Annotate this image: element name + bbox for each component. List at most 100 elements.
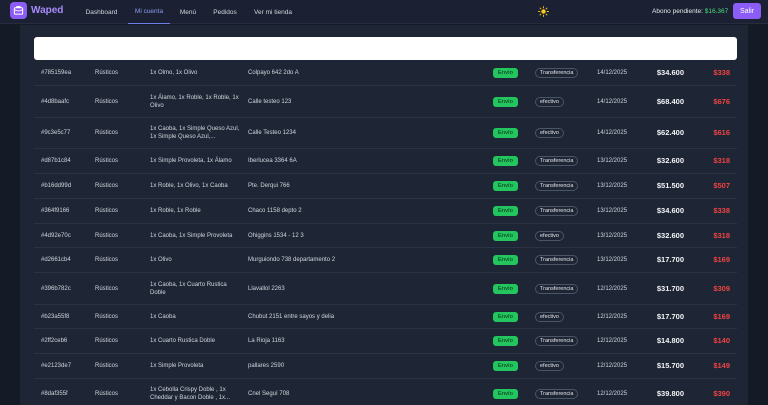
shipping-badge: Envío (493, 361, 518, 371)
order-category: Rústicos (95, 158, 119, 164)
table-row[interactable]: #d2661cb4 Rústicos 1x Olivo Murguiondo 738 … (34, 248, 737, 273)
order-fee: $318 (713, 230, 730, 240)
table-row[interactable]: #785159ea Rústicos 1x Olmo, 1x Olivo Colpay… (34, 61, 737, 86)
order-category: Rústicos (95, 285, 119, 292)
order-total: $39.800 (656, 389, 684, 398)
shipping-badge: Envío (493, 68, 518, 78)
table-row[interactable]: #2ff2ceb6 Rústicos 1x Cuarto Rustica Doble… (34, 329, 737, 354)
nav-dashboard[interactable]: Dashboard (80, 0, 123, 24)
table-row[interactable]: #e2123de7 Rústicos 1x Simple Provoleta pall… (34, 354, 737, 379)
order-total: $34.600 (656, 68, 684, 77)
order-category: Rústicos (95, 257, 119, 263)
order-date: 14/12/2025 (597, 98, 628, 105)
order-items: 1x Olivo (150, 257, 172, 263)
brand-name[interactable]: Waped (31, 5, 63, 16)
order-total: $17.700 (656, 311, 684, 321)
payment-badge: Transferencia (535, 68, 579, 78)
order-address: Murguiondo 738 departamento 2 (248, 257, 336, 263)
order-address: pallares 2590 (248, 363, 285, 369)
nav-pedidos[interactable]: Pedidos (210, 0, 240, 24)
payment-badge: Transferencia (535, 283, 579, 294)
store-icon (13, 6, 24, 15)
payment-badge: Transferencia (535, 156, 579, 166)
order-items: 1x Cebolla Crispy Doble , 1x Cheddar y B… (150, 387, 231, 401)
table-row[interactable]: #d87b1c84 Rústicos 1x Simple Provoleta, 1x… (34, 149, 737, 174)
shipping-badge: Envío (493, 311, 518, 322)
order-category: Rústicos (95, 363, 119, 369)
logout-button[interactable]: Salir (733, 3, 761, 19)
order-items: 1x Simple Provoleta (150, 363, 204, 369)
payment-badge: Transferencia (535, 181, 579, 191)
order-total: $17.700 (656, 255, 684, 264)
table-row[interactable]: #364f9166 Rústicos 1x Roble, 1x Roble Chaco… (34, 199, 737, 224)
orders-table: #785159ea Rústicos 1x Olmo, 1x Olivo Colpay… (34, 61, 737, 405)
order-category: Rústicos (95, 391, 119, 397)
abono-pendiente: Abono pendiente: $16.367 (652, 8, 728, 15)
order-items: 1x Caoba, 1x Simple Provoleta (150, 232, 233, 239)
table-row[interactable]: #4d92e70c Rústicos 1x Caoba, 1x Simple Pro… (34, 224, 737, 248)
order-total: $51.500 (656, 181, 684, 190)
order-total: $62.400 (656, 128, 684, 137)
order-id: #8daf355f (41, 391, 68, 397)
order-date: 12/12/2025 (597, 285, 628, 292)
table-row[interactable]: #396b782c Rústicos 1x Caoba, 1x Cuarto Rus… (34, 273, 737, 305)
shipping-badge: Envío (493, 156, 518, 166)
order-fee: $169 (713, 255, 730, 264)
table-row[interactable]: #4d8baafc Rústicos 1x Álamo, 1x Roble, 1x … (34, 86, 737, 118)
table-row[interactable]: #8daf355f Rústicos 1x Cebolla Crispy Doble… (34, 379, 737, 405)
order-id: #d2661cb4 (41, 257, 71, 263)
nav-ver-mi-tienda[interactable]: Ver mi tienda (251, 0, 295, 24)
order-items: 1x Simple Provoleta, 1x Álamo (150, 158, 232, 164)
order-id: #2ff2ceb6 (41, 338, 68, 344)
order-id: #4d92e70c (41, 232, 71, 239)
order-fee: $309 (713, 283, 730, 293)
payment-badge: efectivo (535, 311, 564, 322)
order-id: #9c3e5c77 (41, 130, 71, 136)
order-id: #e2123de7 (41, 363, 72, 369)
nav-mi-cuenta[interactable]: Mi cuenta (128, 0, 170, 24)
order-id: #b23a55f8 (41, 313, 70, 320)
order-total: $31.700 (656, 283, 684, 293)
order-items: 1x Caoba, 1x Simple Queso Azul, 1x Simpl… (150, 126, 240, 140)
order-items: 1x Caoba (150, 313, 176, 320)
order-address: Llavallol 2263 (248, 285, 285, 292)
shipping-badge: Envío (493, 255, 518, 265)
order-date: 12/12/2025 (597, 338, 628, 344)
order-fee: $318 (713, 156, 730, 165)
order-category: Rústicos (95, 313, 119, 320)
order-fee: $140 (713, 336, 730, 345)
order-category: Rústicos (95, 98, 119, 105)
order-total: $15.700 (656, 361, 684, 370)
order-date: 13/12/2025 (597, 208, 628, 214)
shipping-badge: Envío (493, 181, 518, 191)
order-items: 1x Olmo, 1x Olivo (150, 70, 198, 76)
logo[interactable] (10, 2, 27, 19)
order-items: 1x Cuarto Rustica Doble (150, 338, 216, 344)
payment-badge: Transferencia (535, 206, 579, 216)
shipping-badge: Envío (493, 389, 518, 399)
table-row[interactable]: #9c3e5c77 Rústicos 1x Caoba, 1x Simple Que… (34, 118, 737, 149)
order-id: #396b782c (41, 285, 71, 292)
order-address: Pte. Derqui 766 (248, 183, 290, 189)
payment-badge: efectivo (535, 361, 564, 371)
order-date: 13/12/2025 (597, 183, 628, 189)
abono-amount: $16.367 (704, 8, 729, 15)
order-address: Ohiggins 1534 - 12 3 (248, 232, 304, 239)
order-date: 14/12/2025 (597, 70, 628, 76)
payment-badge: efectivo (535, 230, 564, 241)
order-id: #785159ea (41, 70, 72, 76)
shipping-badge: Envío (493, 206, 518, 216)
order-fee: $390 (713, 389, 730, 398)
search-bar[interactable] (34, 37, 737, 60)
order-total: $34.600 (656, 206, 684, 215)
nav-menu[interactable]: Menú (176, 0, 200, 24)
table-row[interactable]: #b16dd99d Rústicos 1x Roble, 1x Olivo, 1x … (34, 174, 737, 199)
order-date: 12/12/2025 (597, 391, 628, 397)
order-fee: $507 (713, 181, 730, 190)
order-items: 1x Álamo, 1x Roble, 1x Roble, 1x Olivo (150, 94, 239, 109)
sun-icon[interactable] (538, 6, 549, 17)
order-category: Rústicos (95, 130, 119, 136)
order-items: 1x Caoba, 1x Cuarto Rustica Doble (150, 281, 227, 296)
table-row[interactable]: #b23a55f8 Rústicos 1x Caoba Chubut 2151 ent… (34, 305, 737, 329)
order-category: Rústicos (95, 232, 119, 239)
